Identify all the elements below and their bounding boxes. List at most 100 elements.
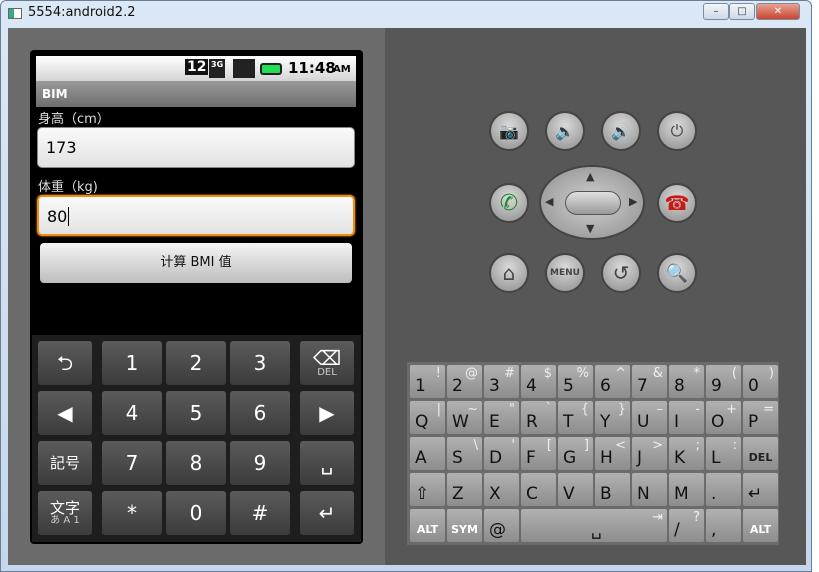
hw-key-alt-label: < bbox=[615, 438, 626, 453]
hw-key-J[interactable]: J > bbox=[631, 436, 668, 471]
soft-key-5[interactable]: 5 bbox=[166, 391, 226, 435]
hw-key-␣[interactable]: ␣ ⇥ bbox=[520, 508, 668, 543]
soft-key-1[interactable]: 1 bbox=[102, 341, 162, 385]
text-cursor bbox=[68, 207, 70, 226]
hw-key-9[interactable]: 9( bbox=[705, 364, 742, 399]
hw-key-X[interactable]: X bbox=[483, 472, 520, 507]
hw-key-L[interactable]: L: bbox=[705, 436, 742, 471]
hw-key-ALT[interactable]: ALT bbox=[742, 508, 779, 543]
home-button[interactable]: ⌂ bbox=[489, 253, 529, 293]
hw-key-1[interactable]: 1! bbox=[409, 364, 446, 399]
hw-key-E[interactable]: E " bbox=[483, 400, 520, 435]
close-button[interactable]: ✕ bbox=[756, 3, 800, 20]
hw-key-6[interactable]: 6 ^ bbox=[594, 364, 631, 399]
hw-key-↵[interactable]: ↵ bbox=[742, 472, 779, 507]
soft-key-9[interactable]: 9 bbox=[230, 441, 290, 485]
soft-key-4[interactable]: 4 bbox=[102, 391, 162, 435]
search-button[interactable]: 🔍 bbox=[657, 253, 697, 293]
weight-input[interactable]: 80 bbox=[37, 195, 355, 236]
soft-key-symbols[interactable]: 記号 bbox=[38, 441, 92, 485]
soft-key-left[interactable]: ◀ bbox=[38, 391, 92, 435]
hw-key-P[interactable]: P = bbox=[742, 400, 779, 435]
hw-key-label: O bbox=[711, 412, 725, 432]
hw-key-U[interactable]: U – bbox=[631, 400, 668, 435]
hw-key-/[interactable]: /? bbox=[668, 508, 705, 543]
hw-key-label: 6 bbox=[600, 376, 611, 396]
hw-key-O[interactable]: O + bbox=[705, 400, 742, 435]
soft-key-input-mode[interactable]: 文字あ A 1 bbox=[38, 491, 92, 535]
call-button[interactable]: ✆ bbox=[489, 183, 529, 223]
dpad-up-icon[interactable]: ▲ bbox=[586, 170, 594, 183]
hw-key-2[interactable]: 2 @ bbox=[446, 364, 483, 399]
hw-key-V[interactable]: V bbox=[557, 472, 594, 507]
soft-key-delete[interactable]: ⌫ DEL bbox=[300, 341, 354, 385]
dpad[interactable]: ▲ ▼ ◀ ▶ bbox=[539, 165, 645, 240]
height-label: 身高（cm） bbox=[38, 112, 110, 127]
dpad-down-icon[interactable]: ▼ bbox=[586, 222, 594, 235]
hw-key-W[interactable]: W ~ bbox=[446, 400, 483, 435]
soft-key-undo[interactable]: ⮌ bbox=[38, 341, 92, 385]
soft-key-2[interactable]: 2 bbox=[166, 341, 226, 385]
menu-button[interactable]: MENU bbox=[545, 253, 585, 293]
hw-key-G[interactable]: G] bbox=[557, 436, 594, 471]
hw-key-DEL[interactable]: DEL bbox=[742, 436, 779, 471]
soft-key-enter[interactable]: ↵ bbox=[300, 491, 354, 535]
soft-key-label: 5 bbox=[189, 401, 203, 425]
soft-key-0[interactable]: 0 bbox=[166, 491, 226, 535]
volume-down-button[interactable]: 🔈 bbox=[545, 111, 585, 151]
power-button[interactable]: ⏻ bbox=[657, 111, 697, 151]
hw-key-3[interactable]: 3 # bbox=[483, 364, 520, 399]
hw-key-F[interactable]: F[ bbox=[520, 436, 557, 471]
soft-key-3[interactable]: 3 bbox=[230, 341, 290, 385]
hw-key-A[interactable]: A bbox=[409, 436, 446, 471]
hw-key-label: J bbox=[637, 448, 643, 468]
hw-key-,[interactable]: , bbox=[705, 508, 742, 543]
dpad-center-button[interactable] bbox=[565, 191, 621, 215]
hw-key-B[interactable]: B bbox=[594, 472, 631, 507]
hw-key-Z[interactable]: Z bbox=[446, 472, 483, 507]
soft-key-8[interactable]: 8 bbox=[166, 441, 226, 485]
hw-key-Y[interactable]: Y} bbox=[594, 400, 631, 435]
soft-key-label: 2 bbox=[189, 351, 203, 375]
soft-key-6[interactable]: 6 bbox=[230, 391, 290, 435]
dpad-left-icon[interactable]: ◀ bbox=[545, 195, 553, 208]
hw-key-0[interactable]: 0) bbox=[742, 364, 779, 399]
hw-key-8[interactable]: 8 * bbox=[668, 364, 705, 399]
soft-key-right[interactable]: ▶ bbox=[300, 391, 354, 435]
hw-key-label: @ bbox=[489, 520, 506, 540]
hw-key-N[interactable]: N bbox=[631, 472, 668, 507]
soft-key-#[interactable]: # bbox=[230, 491, 290, 535]
back-button[interactable]: ↺ bbox=[601, 253, 641, 293]
maximize-button[interactable]: □ bbox=[729, 3, 755, 20]
hw-key-alt-label: ^ bbox=[615, 366, 626, 381]
hw-key-⇧[interactable]: ⇧ bbox=[409, 472, 446, 507]
hw-key-T[interactable]: T{ bbox=[557, 400, 594, 435]
soft-key-space[interactable]: ␣ bbox=[300, 441, 354, 485]
hw-key-H[interactable]: H < bbox=[594, 436, 631, 471]
hw-key-M[interactable]: M bbox=[668, 472, 705, 507]
hw-key-D[interactable]: D ' bbox=[483, 436, 520, 471]
hw-key-K[interactable]: K; bbox=[668, 436, 705, 471]
hw-key-I[interactable]: I- bbox=[668, 400, 705, 435]
hw-key-@[interactable]: @ bbox=[483, 508, 520, 543]
minimize-button[interactable]: – bbox=[703, 3, 729, 20]
soft-key-*[interactable]: * bbox=[102, 491, 162, 535]
camera-button[interactable]: 📷 bbox=[489, 111, 529, 151]
height-input[interactable]: 173 bbox=[37, 127, 355, 168]
hw-key-4[interactable]: 4 $ bbox=[520, 364, 557, 399]
hw-key-S[interactable]: S \ bbox=[446, 436, 483, 471]
hw-key-C[interactable]: C bbox=[520, 472, 557, 507]
calculate-bmi-button[interactable]: 计算 BMI 值 bbox=[40, 243, 352, 283]
hw-key-.[interactable]: . bbox=[705, 472, 742, 507]
hw-key-ALT[interactable]: ALT bbox=[409, 508, 446, 543]
hw-key-Q[interactable]: Q | bbox=[409, 400, 446, 435]
hw-key-7[interactable]: 7 & bbox=[631, 364, 668, 399]
search-icon: 🔍 bbox=[665, 262, 689, 284]
hw-key-5[interactable]: 5% bbox=[557, 364, 594, 399]
hw-key-SYM[interactable]: SYM bbox=[446, 508, 483, 543]
hw-key-R[interactable]: R ` bbox=[520, 400, 557, 435]
soft-key-7[interactable]: 7 bbox=[102, 441, 162, 485]
dpad-right-icon[interactable]: ▶ bbox=[629, 195, 637, 208]
volume-up-button[interactable]: 🔊 bbox=[601, 111, 641, 151]
end-call-button[interactable]: ☎ bbox=[657, 183, 697, 223]
